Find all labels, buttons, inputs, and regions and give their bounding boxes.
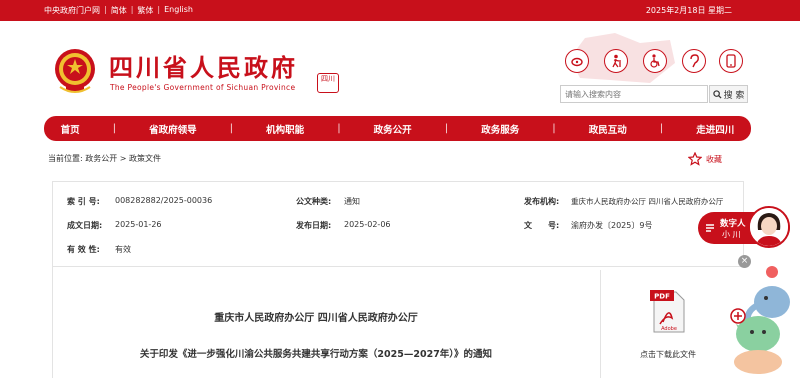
current-date: 2025年2月18日 星期二: [645, 6, 732, 15]
link-traditional[interactable]: 繁体: [137, 5, 153, 16]
adobe-wordmark: Adobe: [661, 326, 677, 332]
breadcrumb-item-open-gov[interactable]: 政务公开: [85, 154, 117, 163]
published-date-label: 发布日期:: [296, 221, 332, 230]
nav-item-interaction[interactable]: 政民互动: [589, 122, 627, 136]
breadcrumb: 当前位置: 政务公开 > 政策文件: [48, 153, 161, 164]
published-date-value: 2025-02-06: [344, 220, 391, 229]
nav-divider: |: [112, 123, 116, 134]
link-simplified[interactable]: 简体: [111, 5, 127, 16]
document-title: 关于印发《进一步强化川渝公共服务共建共享行动方案（2025—2027年）》的通知: [139, 349, 493, 360]
breadcrumb-sep: >: [119, 154, 127, 163]
assistant-avatar[interactable]: [748, 206, 790, 248]
validity-value: 有效: [115, 245, 131, 254]
breadcrumb-item-policy[interactable]: 政策文件: [129, 154, 161, 163]
listen-icon[interactable]: [682, 49, 706, 73]
star-icon: [688, 152, 702, 166]
link-english[interactable]: English: [164, 5, 193, 16]
nav-item-services[interactable]: 政务服务: [481, 122, 519, 136]
ear-icon-glyph: [690, 54, 699, 68]
doc-number-label: 文 号:: [524, 221, 560, 230]
created-date-label: 成文日期:: [67, 221, 103, 230]
top-bar: 中央政府门户网 | 简体 | 繁体 | English 2025年2月18日 星…: [0, 0, 800, 21]
nav-item-leaders[interactable]: 省政府领导: [149, 122, 197, 136]
favorite-label: 收藏: [706, 154, 722, 164]
validity-label: 有 效 性:: [67, 245, 100, 254]
doc-number-value: 渝府办发〔2025〕9号: [571, 221, 653, 230]
category-value: 通知: [344, 197, 360, 206]
divider: |: [104, 5, 107, 14]
site-title[interactable]: 四川省人民政府: [109, 48, 298, 83]
mascot-elephant-icon[interactable]: [726, 262, 800, 378]
accessibility-icon[interactable]: [643, 49, 667, 73]
document-metadata: 索 引 号: 008282882/2025-00036 公文种类: 通知 发布机…: [52, 181, 744, 267]
weibo-icon[interactable]: [565, 49, 589, 73]
pdf-badge: PDF: [654, 293, 670, 301]
national-emblem-logo: [55, 49, 95, 93]
seal-logo: 四川: [317, 73, 339, 93]
assistant-name: 小 川: [722, 230, 741, 239]
weibo-icon-glyph: [571, 57, 583, 67]
menu-icon: [706, 224, 714, 232]
senior-mode-icon[interactable]: [604, 49, 628, 73]
divider: |: [130, 5, 134, 14]
link-central-gov[interactable]: 中央政府门户网: [44, 5, 100, 16]
elderly-icon-glyph: [612, 54, 621, 68]
issuing-organizations: 重庆市人民政府办公厅 四川省人民政府办公厅: [214, 313, 418, 324]
search-box: 搜 索: [560, 85, 748, 103]
nav-item-functions[interactable]: 机构职能: [266, 122, 304, 136]
search-icon: [712, 89, 722, 99]
index-value: 008282882/2025-00036: [115, 196, 213, 205]
seal-text: 四川: [321, 75, 335, 83]
content-divider: [600, 270, 601, 378]
assistant-title: 数字人: [720, 219, 746, 229]
phone-icon-glyph: [726, 54, 736, 68]
issuer-label: 发布机构:: [524, 197, 560, 206]
created-date-value: 2025-01-26: [115, 220, 162, 229]
avatar-portrait: [750, 208, 788, 246]
nav-divider: |: [337, 123, 341, 134]
divider: |: [157, 5, 161, 14]
nav-item-sichuan[interactable]: 走进四川: [696, 122, 734, 136]
mobile-icon[interactable]: [719, 49, 743, 73]
issuer-value: 重庆市人民政府办公厅 四川省人民政府办公厅: [571, 197, 724, 206]
nav-divider: |: [444, 123, 449, 134]
category-label: 公文种类:: [296, 197, 332, 206]
download-link[interactable]: 点击下载此文件: [640, 349, 696, 360]
nav-item-home[interactable]: 首页: [61, 122, 80, 136]
main-nav: 首页 | 省政府领导 | 机构职能 | 政务公开 | 政务服务 | 政民互动 |…: [44, 116, 751, 141]
top-links: 中央政府门户网 | 简体 | 繁体 | English: [44, 5, 193, 16]
favorite-button[interactable]: 收藏: [688, 152, 722, 166]
nav-divider: |: [659, 123, 664, 134]
pdf-icon[interactable]: PDF Adobe: [648, 288, 688, 334]
search-button[interactable]: 搜 索: [709, 85, 748, 103]
search-button-label: 搜 索: [723, 90, 745, 101]
nav-divider: |: [229, 123, 233, 134]
nav-divider: |: [552, 123, 556, 134]
search-input[interactable]: [560, 85, 708, 103]
index-label: 索 引 号:: [67, 197, 100, 206]
nav-item-open-gov[interactable]: 政务公开: [374, 122, 412, 136]
wheelchair-icon-glyph: [650, 54, 660, 68]
site-subtitle: The People's Government of Sichuan Provi…: [110, 83, 296, 92]
breadcrumb-prefix: 当前位置:: [48, 154, 83, 163]
